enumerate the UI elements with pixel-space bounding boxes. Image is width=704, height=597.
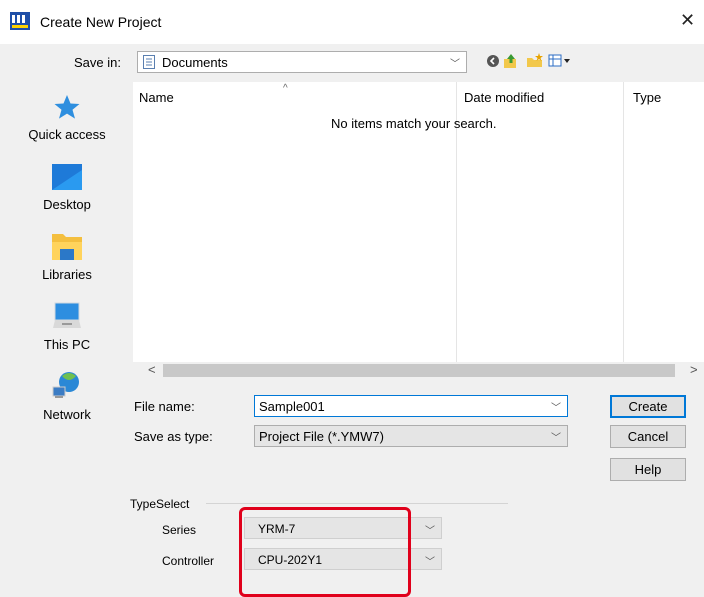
save-in-label: Save in: [74,55,121,70]
place-libraries[interactable]: Libraries [12,232,122,282]
chevron-down-icon: ﹀ [450,59,460,70]
cancel-button[interactable]: Cancel [610,425,686,448]
series-select[interactable]: YRM-7 ﹀ [244,517,442,539]
desktop-icon [52,164,82,190]
help-button[interactable]: Help [610,458,686,481]
series-value: YRM-7 [258,522,296,536]
type-select-group-label: TypeSelect [130,497,190,511]
place-this-pc[interactable]: This PC [12,302,122,352]
file-name-combo[interactable]: ﹀ [254,395,568,417]
file-name-label: File name: [134,399,195,414]
back-icon[interactable] [484,52,502,70]
new-folder-icon[interactable] [526,52,544,70]
save-in-combo[interactable]: Documents ﹀ [137,51,467,73]
controller-select[interactable]: CPU-202Y1 ﹀ [244,548,442,570]
save-as-type-value: Project File (*.YMW7) [259,429,384,444]
series-label: Series [162,523,197,537]
group-divider [206,503,508,504]
place-label: This PC [43,337,91,352]
place-label: Quick access [28,127,106,142]
empty-message: No items match your search. [331,116,497,131]
computer-icon [53,302,81,328]
create-button[interactable]: Create [610,395,686,418]
place-label: Desktop [43,197,91,212]
scroll-right-icon[interactable]: > [690,362,698,377]
folder-icon [52,234,82,260]
close-icon[interactable]: ✕ [680,10,695,31]
scrollbar-thumb[interactable] [163,364,675,377]
file-list[interactable]: Name ^ Date modified Type No items match… [133,82,704,362]
place-quick-access[interactable]: Quick access [12,94,122,142]
column-header-date[interactable]: Date modified [464,90,544,105]
controller-value: CPU-202Y1 [258,553,323,567]
documents-icon [143,55,155,69]
chevron-down-icon: ﹀ [551,433,561,444]
save-as-type-select[interactable]: Project File (*.YMW7) ﹀ [254,425,568,447]
place-network[interactable]: Network [12,370,122,422]
scroll-left-icon[interactable]: < [148,362,156,377]
place-label: Libraries [42,267,92,282]
save-in-value: Documents [162,55,228,70]
view-menu-icon[interactable] [548,52,572,70]
star-icon [54,95,80,119]
chevron-down-icon: ﹀ [425,526,435,537]
sort-up-icon: ^ [283,83,288,94]
chevron-down-icon: ﹀ [425,557,435,568]
place-desktop[interactable]: Desktop [12,164,122,212]
chevron-down-icon[interactable]: ﹀ [551,399,561,414]
column-header-name[interactable]: Name [139,90,174,105]
file-name-input[interactable] [255,396,553,416]
place-label: Network [43,407,91,422]
column-header-type[interactable]: Type [633,90,661,105]
places-bar: Quick access Desktop Libraries This PC N… [12,88,122,583]
dialog-title: Create New Project [40,14,162,30]
column-separator [623,82,624,362]
network-icon [52,372,79,398]
save-as-type-label: Save as type: [134,429,213,444]
app-icon [10,12,30,30]
up-folder-icon[interactable] [502,52,520,70]
controller-label: Controller [162,554,215,568]
